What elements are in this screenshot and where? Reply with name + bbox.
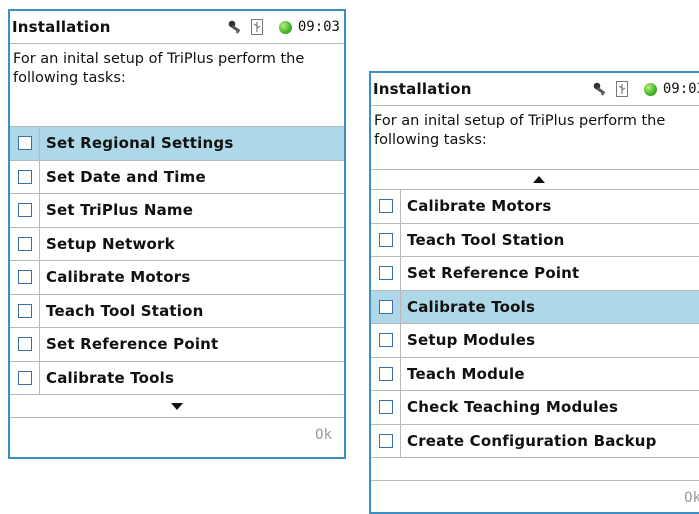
scroll-down-button[interactable] <box>10 395 344 418</box>
checkbox-cell <box>371 324 401 357</box>
task-label: Set Reference Point <box>407 264 580 283</box>
checkbox-icon[interactable] <box>17 370 32 385</box>
green-status-led-icon <box>643 82 657 96</box>
task-list: Calibrate Motors Teach Tool Station Set … <box>371 190 699 458</box>
task-row[interactable]: Calibrate Motors <box>10 261 344 295</box>
checkbox-icon[interactable] <box>378 333 393 348</box>
ok-button[interactable]: Ok <box>315 427 332 443</box>
task-label: Teach Tool Station <box>46 301 204 320</box>
task-row[interactable]: Setup Network <box>10 227 344 261</box>
task-row[interactable]: Set Regional Settings <box>10 127 344 161</box>
task-row[interactable]: Set Reference Point <box>10 328 344 362</box>
checkbox-cell <box>371 257 401 290</box>
checkbox-cell <box>10 261 40 294</box>
checkbox-cell <box>371 357 401 390</box>
task-row[interactable]: Set Date and Time <box>10 160 344 194</box>
checkbox-cell <box>10 194 40 227</box>
usb-icon <box>615 81 628 97</box>
checkbox-icon[interactable] <box>378 433 393 448</box>
checkbox-icon[interactable] <box>17 203 32 218</box>
task-row[interactable]: Set Reference Point <box>371 257 699 291</box>
checkbox-cell <box>10 160 40 193</box>
checkbox-cell <box>10 294 40 327</box>
task-label: Setup Network <box>46 234 175 253</box>
task-row[interactable]: Check Teaching Modules <box>371 391 699 425</box>
checkbox-icon[interactable] <box>378 299 393 314</box>
task-label: Set Regional Settings <box>46 134 234 153</box>
key-icon <box>227 19 245 35</box>
arrow-up-icon <box>533 176 545 183</box>
intro-text: For an inital setup of TriPlus perform t… <box>371 106 699 170</box>
task-row[interactable]: Teach Tool Station <box>371 223 699 257</box>
task-list: Set Regional Settings Set Date and Time … <box>10 127 344 395</box>
installation-screen-1: Installation 09:03 For an inital setup o… <box>8 9 346 459</box>
checkbox-cell <box>371 223 401 256</box>
task-row[interactable]: Create Configuration Backup <box>371 424 699 458</box>
task-row[interactable]: Set TriPlus Name <box>10 194 344 228</box>
task-label: Set Reference Point <box>46 335 219 354</box>
checkbox-cell <box>371 424 401 457</box>
installation-screen-2: Installation 09:03 For an inital setup o… <box>369 71 699 514</box>
checkbox-icon[interactable] <box>17 337 32 352</box>
task-label: Set Date and Time <box>46 167 206 186</box>
checkbox-cell <box>10 361 40 394</box>
arrow-down-icon <box>171 402 183 410</box>
checkbox-icon[interactable] <box>378 232 393 247</box>
task-row[interactable]: Calibrate Tools <box>10 361 344 395</box>
task-label: Set TriPlus Name <box>46 201 194 220</box>
checkbox-cell <box>10 328 40 361</box>
empty-row <box>371 458 699 481</box>
green-status-led-icon <box>278 20 292 34</box>
checkbox-icon[interactable] <box>17 169 32 184</box>
task-label: Calibrate Motors <box>407 197 552 216</box>
checkbox-icon[interactable] <box>17 303 32 318</box>
task-label: Teach Module <box>407 364 525 383</box>
usb-icon <box>250 19 263 35</box>
task-label: Calibrate Tools <box>46 368 175 387</box>
task-label: Calibrate Motors <box>46 268 191 287</box>
intro-text: For an inital setup of TriPlus perform t… <box>10 44 344 127</box>
task-row[interactable]: Teach Tool Station <box>10 294 344 328</box>
footer-bar: Ok <box>10 418 344 454</box>
footer-bar: Ok <box>371 481 699 512</box>
ok-button[interactable]: Ok <box>684 490 699 506</box>
checkbox-cell <box>371 290 401 323</box>
task-label: Check Teaching Modules <box>407 398 619 417</box>
clock-time: 09:03 <box>662 81 699 97</box>
key-icon <box>592 81 610 97</box>
checkbox-cell <box>10 127 40 160</box>
checkbox-icon[interactable] <box>378 366 393 381</box>
task-label: Setup Modules <box>407 331 536 350</box>
task-label: Teach Tool Station <box>407 230 565 249</box>
clock-time: 09:03 <box>297 19 340 35</box>
task-row[interactable]: Calibrate Tools <box>371 290 699 324</box>
checkbox-icon[interactable] <box>17 236 32 251</box>
task-row[interactable]: Setup Modules <box>371 324 699 358</box>
task-label: Calibrate Tools <box>407 297 536 316</box>
title-bar: Installation 09:03 <box>10 11 344 44</box>
checkbox-cell <box>10 227 40 260</box>
checkbox-icon[interactable] <box>378 400 393 415</box>
status-area: 09:03 <box>592 73 699 105</box>
checkbox-icon[interactable] <box>378 266 393 281</box>
scroll-up-button[interactable] <box>371 170 699 190</box>
checkbox-icon[interactable] <box>378 199 393 214</box>
task-row[interactable]: Teach Module <box>371 357 699 391</box>
checkbox-icon[interactable] <box>17 136 32 151</box>
status-area: 09:03 <box>227 11 340 43</box>
checkbox-cell <box>371 391 401 424</box>
page-title: Installation <box>12 18 111 36</box>
checkbox-icon[interactable] <box>17 270 32 285</box>
task-label: Create Configuration Backup <box>407 431 657 450</box>
title-bar: Installation 09:03 <box>371 73 699 106</box>
task-row[interactable]: Calibrate Motors <box>371 190 699 224</box>
page-title: Installation <box>373 80 472 98</box>
checkbox-cell <box>371 190 401 223</box>
